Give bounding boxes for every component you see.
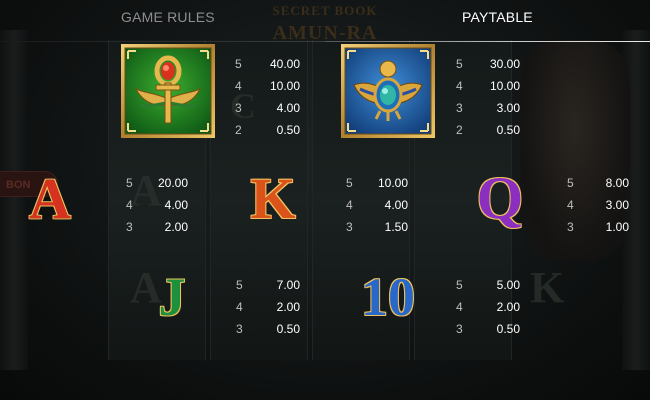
match-count: 5 <box>456 57 463 71</box>
payout-value: 4.00 <box>276 101 300 115</box>
payout-value: 1.50 <box>384 220 408 234</box>
pay-row: 3 3.00 <box>456 101 520 123</box>
match-count: 4 <box>346 198 353 212</box>
pay-row: 4 4.00 <box>346 198 408 220</box>
match-count: 5 <box>346 176 353 190</box>
payout-value: 1.00 <box>605 220 629 234</box>
payout-value: 2.00 <box>276 300 300 314</box>
match-count: 3 <box>346 220 353 234</box>
pay-row: 3 4.00 <box>235 101 300 123</box>
payout-value: 3.00 <box>496 101 520 115</box>
tab-game-rules[interactable]: GAME RULES <box>121 9 215 25</box>
k-paytable: 5 10.00 4 4.00 3 1.50 <box>346 176 408 242</box>
payout-value: 0.50 <box>276 322 300 336</box>
symbol-10: 10 <box>361 267 415 327</box>
match-count: 4 <box>235 79 242 93</box>
match-count: 4 <box>126 198 133 212</box>
symbol-q: Q <box>476 165 524 231</box>
match-count: 5 <box>567 176 574 190</box>
payout-value: 10.00 <box>489 79 520 93</box>
payout-value: 10.00 <box>269 79 300 93</box>
pay-row: 4 2.00 <box>236 300 300 322</box>
payout-value: 20.00 <box>157 176 188 190</box>
pay-row: 5 5.00 <box>456 278 520 300</box>
pay-row: 3 1.00 <box>567 220 629 242</box>
match-count: 5 <box>236 278 243 292</box>
paytable-header: GAME RULES PAYTABLE <box>0 0 650 42</box>
ten-paytable: 5 5.00 4 2.00 3 0.50 <box>456 278 520 344</box>
payout-value: 3.00 <box>605 198 629 212</box>
payout-value: 4.00 <box>384 198 408 212</box>
match-count: 2 <box>235 123 242 137</box>
pay-row: 3 2.00 <box>126 220 188 242</box>
scarab-paytable: 5 30.00 4 10.00 3 3.00 2 0.50 <box>456 57 520 145</box>
payout-value: 5.00 <box>496 278 520 292</box>
symbol-j: J <box>158 267 186 327</box>
pay-row: 2 0.50 <box>456 123 520 145</box>
pay-row: 5 10.00 <box>346 176 408 198</box>
pay-row: 4 4.00 <box>126 198 188 220</box>
scarab-symbol <box>340 43 436 139</box>
payout-value: 0.50 <box>496 322 520 336</box>
pay-row: 3 0.50 <box>456 322 520 344</box>
symbol-k: K <box>250 166 296 231</box>
winged-ankh-icon <box>121 44 215 138</box>
match-count: 3 <box>235 101 242 115</box>
game-background: SECRET BOOK AMUN-RA BON A A K C <box>0 0 650 400</box>
payout-value: 30.00 <box>489 57 520 71</box>
match-count: 5 <box>456 278 463 292</box>
payout-value: 0.50 <box>496 123 520 137</box>
match-count: 3 <box>126 220 133 234</box>
payout-value: 40.00 <box>269 57 300 71</box>
payout-value: 8.00 <box>605 176 629 190</box>
pay-row: 4 2.00 <box>456 300 520 322</box>
ankh-paytable: 5 40.00 4 10.00 3 4.00 2 0.50 <box>235 57 300 145</box>
pay-row: 2 0.50 <box>235 123 300 145</box>
payout-value: 0.50 <box>276 123 300 137</box>
pay-row: 3 0.50 <box>236 322 300 344</box>
pay-row: 5 20.00 <box>126 176 188 198</box>
match-count: 3 <box>236 322 243 336</box>
match-count: 4 <box>567 198 574 212</box>
match-count: 4 <box>456 300 463 314</box>
background-letter-ghost: K <box>530 263 565 312</box>
ankh-symbol <box>120 43 216 139</box>
q-paytable: 5 8.00 4 3.00 3 1.00 <box>567 176 629 242</box>
pay-row: 4 3.00 <box>567 198 629 220</box>
payout-value: 4.00 <box>164 198 188 212</box>
j-paytable: 5 7.00 4 2.00 3 0.50 <box>236 278 300 344</box>
payout-value: 2.00 <box>496 300 520 314</box>
payout-value: 7.00 <box>276 278 300 292</box>
payout-value: 2.00 <box>164 220 188 234</box>
match-count: 3 <box>456 322 463 336</box>
pay-row: 3 1.50 <box>346 220 408 242</box>
match-count: 4 <box>456 79 463 93</box>
match-count: 2 <box>456 123 463 137</box>
payout-value: 10.00 <box>377 176 408 190</box>
match-count: 3 <box>456 101 463 115</box>
match-count: 4 <box>236 300 243 314</box>
pay-row: 4 10.00 <box>235 79 300 101</box>
active-tab-underline <box>325 41 650 42</box>
match-count: 3 <box>567 220 574 234</box>
match-count: 5 <box>235 57 242 71</box>
scarab-icon <box>341 44 435 138</box>
pay-row: 5 7.00 <box>236 278 300 300</box>
match-count: 5 <box>126 176 133 190</box>
pay-row: 5 30.00 <box>456 57 520 79</box>
tab-paytable[interactable]: PAYTABLE <box>462 9 533 25</box>
symbol-a: A <box>29 166 71 231</box>
tab-divider <box>0 41 325 42</box>
pay-row: 4 10.00 <box>456 79 520 101</box>
pay-row: 5 8.00 <box>567 176 629 198</box>
a-paytable: 5 20.00 4 4.00 3 2.00 <box>126 176 188 242</box>
pay-row: 5 40.00 <box>235 57 300 79</box>
